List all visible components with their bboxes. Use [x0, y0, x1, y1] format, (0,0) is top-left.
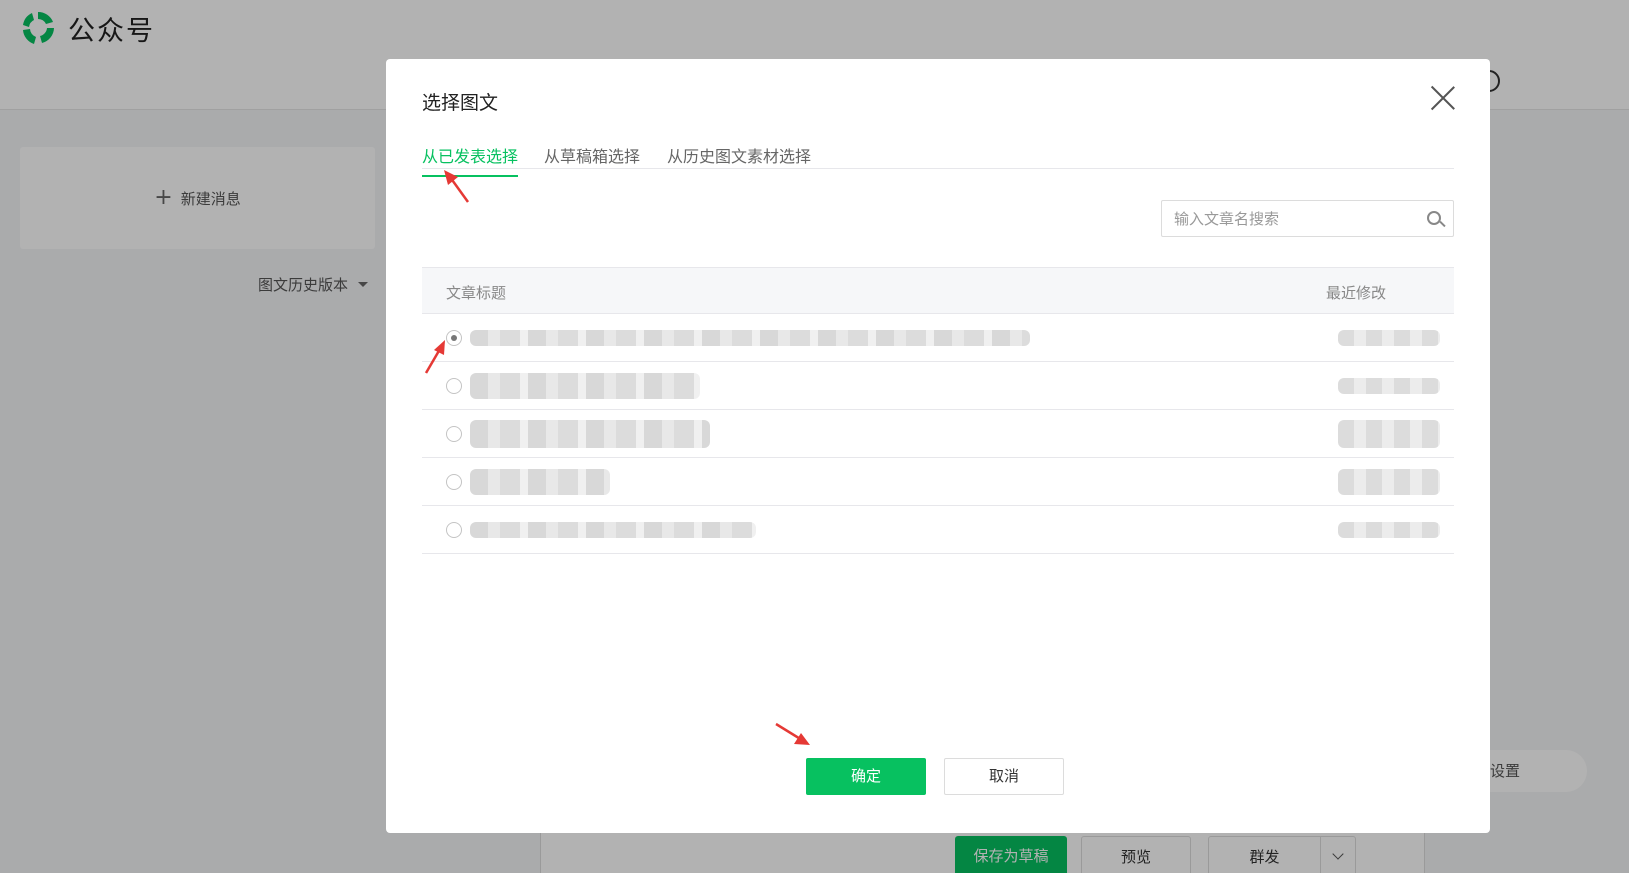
- search-input[interactable]: [1162, 201, 1419, 236]
- column-header-modified: 最近修改: [1326, 284, 1387, 302]
- redacted-title: [470, 373, 700, 399]
- row-radio[interactable]: [446, 474, 462, 490]
- row-radio[interactable]: [446, 378, 462, 394]
- table-header: 文章标题 最近修改: [422, 267, 1454, 314]
- row-radio[interactable]: [446, 330, 462, 346]
- search-box: [1161, 200, 1454, 237]
- redacted-title: [470, 522, 756, 538]
- redacted-date: [1338, 469, 1440, 495]
- article-table: 文章标题 最近修改: [422, 267, 1454, 554]
- dialog-title: 选择图文: [422, 92, 499, 114]
- redacted-date: [1338, 522, 1440, 538]
- select-article-dialog: 选择图文 从已发表选择 从草稿箱选择 从历史图文素材选择 文章标题 最近修改: [386, 59, 1490, 833]
- table-row[interactable]: [422, 314, 1454, 362]
- redacted-date: [1338, 420, 1440, 448]
- confirm-button[interactable]: 确定: [806, 758, 926, 795]
- tab-drafts[interactable]: 从草稿箱选择: [544, 143, 640, 175]
- table-row[interactable]: [422, 362, 1454, 410]
- redacted-title: [470, 420, 710, 448]
- row-radio[interactable]: [446, 426, 462, 442]
- row-radio[interactable]: [446, 522, 462, 538]
- redacted-title: [470, 469, 610, 495]
- cancel-button[interactable]: 取消: [944, 758, 1064, 795]
- table-row[interactable]: [422, 506, 1454, 554]
- annotation-arrow-icon: [444, 170, 470, 203]
- redacted-date: [1338, 378, 1440, 394]
- close-icon[interactable]: [1430, 85, 1456, 111]
- search-icon[interactable]: [1419, 201, 1453, 236]
- table-row[interactable]: [422, 410, 1454, 458]
- table-row[interactable]: [422, 458, 1454, 506]
- redacted-title: [470, 330, 1030, 346]
- tab-history-materials[interactable]: 从历史图文素材选择: [667, 143, 811, 175]
- annotation-arrow-icon: [424, 340, 445, 374]
- annotation-arrow-icon: [775, 722, 810, 745]
- column-header-title: 文章标题: [446, 284, 507, 302]
- redacted-date: [1338, 330, 1440, 346]
